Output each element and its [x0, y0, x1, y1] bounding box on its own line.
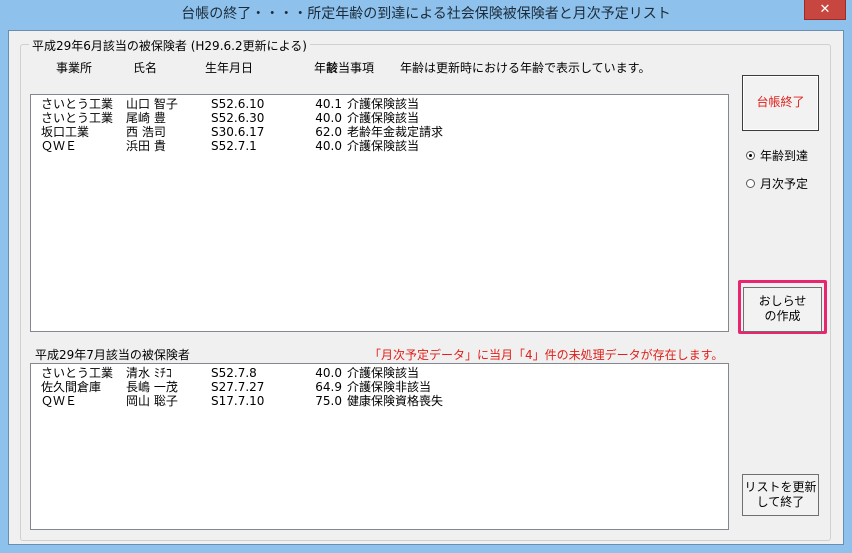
header-matter: 該当事項: [326, 61, 375, 75]
cell-name: 尾崎 豊: [126, 111, 166, 125]
cell-office: 佐久間倉庫: [41, 380, 102, 394]
cell-name: 長嶋 一茂: [126, 380, 178, 394]
close-ledger-button[interactable]: 台帳終了: [742, 75, 819, 131]
group2-caption: 平成29年7月該当の被保険者: [35, 348, 190, 362]
cell-birth: S52.7.8: [211, 366, 257, 380]
dialog-client: 平成29年6月該当の被保険者 (H29.6.2更新による) 事業所 氏名 生年月…: [8, 30, 844, 545]
cell-name: 清水 ﾐﾁｺ: [126, 366, 172, 380]
create-notice-button[interactable]: おしらせ の作成: [743, 287, 822, 332]
cell-age: 62.0: [315, 125, 342, 139]
cell-birth: S17.7.10: [211, 394, 265, 408]
button-label-line: して終了: [756, 495, 805, 509]
cell-matter: 介護保険該当: [347, 366, 420, 380]
cell-office: さいとう工業: [41, 111, 114, 125]
cell-matter: 介護保険該当: [347, 139, 420, 153]
header-birth: 生年月日: [205, 61, 254, 75]
cell-matter: 介護保険該当: [347, 97, 420, 111]
button-label-line: おしらせ: [758, 294, 807, 308]
cell-name: 山口 智子: [126, 97, 178, 111]
header-office: 事業所: [56, 61, 93, 75]
cell-age: 40.0: [315, 139, 342, 153]
radio-label: 年齢到達: [760, 149, 809, 163]
july-insured-list[interactable]: さいとう工業 清水 ﾐﾁｺ S52.7.8 40.0 介護保険該当 佐久間倉庫 …: [30, 363, 729, 530]
button-label-line: の作成: [764, 309, 801, 323]
cell-age: 40.1: [315, 97, 342, 111]
cell-matter: 介護保険非該当: [347, 380, 432, 394]
cell-age: 64.9: [315, 380, 342, 394]
close-icon: ✕: [819, 2, 831, 17]
june-insured-list[interactable]: さいとう工業 山口 智子 S52.6.10 40.1 介護保険該当 さいとう工業…: [30, 94, 729, 332]
cell-office: ＱＷＥ: [41, 394, 78, 408]
cell-office: ＱＷＥ: [41, 139, 78, 153]
cell-name: 浜田 貴: [126, 139, 166, 153]
radio-label: 月次予定: [760, 177, 809, 191]
cell-name: 西 浩司: [126, 125, 166, 139]
cell-office: さいとう工業: [41, 366, 114, 380]
cell-birth: S52.6.30: [211, 111, 265, 125]
cell-birth: S52.6.10: [211, 97, 265, 111]
cell-matter: 老齢年金裁定請求: [347, 125, 444, 139]
header-name: 氏名: [133, 61, 158, 75]
header-note: 年齢は更新時における年齢で表示しています。: [400, 61, 651, 75]
group1-legend: 平成29年6月該当の被保険者 (H29.6.2更新による): [29, 37, 310, 54]
cell-office: さいとう工業: [41, 97, 114, 111]
button-label-line: リストを更新: [744, 480, 817, 494]
cell-name: 岡山 聡子: [126, 394, 178, 408]
pending-data-warning: 「月次予定データ」に当月「4」件の未処理データが存在します。: [369, 348, 724, 362]
radio-dot: [746, 179, 755, 188]
cell-age: 75.0: [315, 394, 342, 408]
window-close-button[interactable]: ✕: [804, 0, 846, 20]
cell-birth: S52.7.1: [211, 139, 257, 153]
cell-matter: 介護保険該当: [347, 111, 420, 125]
app-window: 台帳の終了・・・・所定年齢の到達による社会保険被保険者と月次予定リスト ✕ 平成…: [0, 0, 852, 553]
cell-birth: S27.7.27: [211, 380, 265, 394]
refresh-and-exit-button[interactable]: リストを更新 して終了: [742, 474, 819, 516]
cell-birth: S30.6.17: [211, 125, 265, 139]
cell-matter: 健康保険資格喪失: [347, 394, 444, 408]
radio-dot-selected: [746, 151, 755, 160]
cell-age: 40.0: [315, 111, 342, 125]
cell-age: 40.0: [315, 366, 342, 380]
cell-office: 坂口工業: [41, 125, 90, 139]
window-title: 台帳の終了・・・・所定年齢の到達による社会保険被保険者と月次予定リスト: [181, 6, 671, 22]
